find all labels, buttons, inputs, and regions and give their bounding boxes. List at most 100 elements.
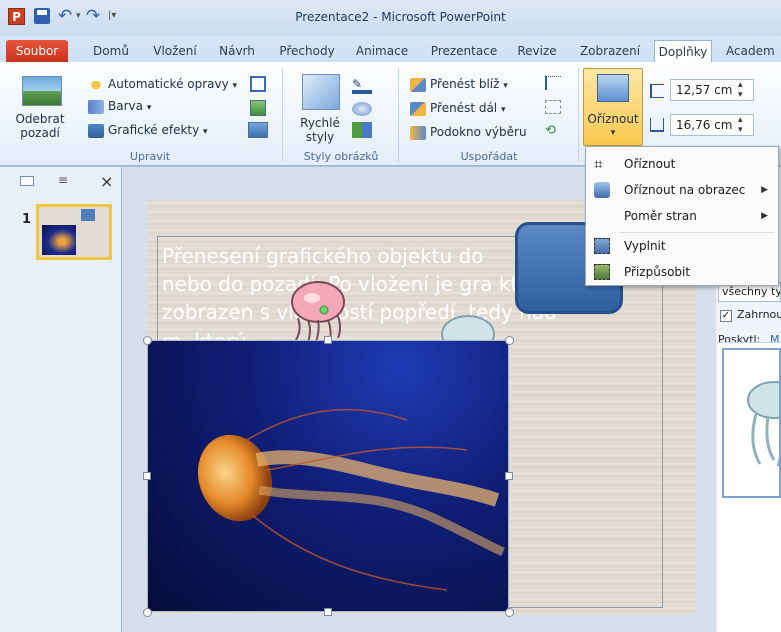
adjust-group-label: Upravit [129, 150, 171, 163]
tab-review[interactable]: Revize [512, 40, 562, 62]
color-button[interactable]: Barva ▾ [88, 96, 151, 116]
fill-icon [594, 238, 610, 254]
remove-background-button[interactable]: Odebrat pozadí [10, 112, 70, 140]
dropdown-arrow-icon: ▾ [203, 127, 208, 137]
pink-jellyfish-clipart[interactable] [282, 280, 352, 344]
resize-handle-bottom-left[interactable] [143, 608, 152, 617]
bring-forward-button[interactable]: Přenést blíž ▾ [410, 74, 508, 94]
dropdown-arrow-icon: ▾ [232, 81, 238, 91]
crop-dropdown-arrow-icon: ▾ [610, 128, 616, 138]
selection-pane-label: Podokno výběru [430, 125, 527, 139]
crop-icon [597, 74, 629, 102]
customize-qat-icon[interactable]: |▾ [108, 6, 116, 26]
height-icon [650, 84, 664, 98]
bring-forward-icon [410, 77, 426, 92]
tab-design[interactable]: Návrh [212, 40, 262, 62]
arrange-group-label: Uspořádat [460, 150, 518, 163]
fit-icon [594, 264, 610, 280]
tab-slideshow[interactable]: Prezentace [426, 40, 502, 62]
resize-handle-right[interactable] [505, 472, 513, 480]
dropdown-arrow-icon: ▾ [146, 103, 152, 113]
remove-background-label-2: pozadí [20, 126, 60, 140]
tab-academic[interactable]: Academ [726, 40, 781, 62]
remove-background-icon [22, 76, 62, 106]
sun-icon [88, 77, 104, 92]
resize-handle-bottom-right[interactable] [505, 608, 514, 617]
tab-view[interactable]: Zobrazení [572, 40, 648, 62]
submenu-arrow-icon: ▶ [761, 211, 768, 221]
styles-group-label: Styly obrázků [303, 150, 379, 163]
picture-effects-icon[interactable] [352, 102, 372, 116]
height-spinner-icon[interactable]: ▴ ▾ [738, 80, 743, 100]
slides-tab-icon[interactable] [20, 176, 34, 186]
tab-insert[interactable]: Vložení [146, 40, 204, 62]
app-icon[interactable]: P [8, 8, 25, 25]
quick-styles-icon [302, 74, 340, 110]
align-icon[interactable] [545, 76, 561, 90]
close-pane-icon[interactable]: × [100, 172, 113, 191]
quick-styles-button[interactable]: Rychlé styly [292, 116, 348, 144]
artistic-effects-icon [88, 123, 104, 138]
bring-forward-label: Přenést blíž [430, 77, 500, 91]
menu-item-crop-to-shape[interactable]: Oříznout na obrazec ▶ [586, 177, 778, 203]
selection-border [147, 340, 509, 612]
send-backward-icon [410, 101, 426, 116]
resize-handle-top-right[interactable] [505, 336, 514, 345]
menu-item-fill[interactable]: Vyplnit [586, 233, 778, 259]
remove-background-label-1: Odebrat [15, 112, 65, 126]
include-office-checkbox[interactable]: ✓ [720, 310, 732, 322]
menu-item-aspect-ratio[interactable]: Poměr stran ▶ [586, 203, 778, 229]
window-title: Prezentace2 - Microsoft PowerPoint [295, 10, 506, 24]
rotate-icon[interactable]: ⟲ [545, 124, 563, 138]
corrections-label: Automatické opravy [108, 77, 229, 91]
compress-pictures-icon[interactable] [250, 76, 266, 92]
thumbnail-shape [81, 209, 95, 221]
group-separator [578, 68, 579, 162]
tab-transitions[interactable]: Přechody [274, 40, 340, 62]
dropdown-arrow-icon: ▾ [503, 81, 508, 91]
clip-art-jellyfish [747, 381, 779, 467]
corrections-button[interactable]: Automatické opravy ▾ [88, 74, 237, 94]
group-separator [398, 68, 399, 162]
tab-home[interactable]: Domů [86, 40, 136, 62]
change-picture-icon[interactable] [250, 100, 266, 116]
menu-item-crop[interactable]: ⌗ Oříznout [586, 151, 778, 177]
quick-styles-label-2: styly [305, 130, 335, 144]
resize-handle-left[interactable] [143, 472, 151, 480]
send-backward-label: Přenést dál [430, 101, 498, 115]
width-icon [650, 118, 664, 132]
picture-border-icon[interactable]: ✎ [352, 78, 372, 94]
width-spinner-icon[interactable]: ▴ ▾ [738, 115, 743, 135]
picture-layout-icon[interactable] [352, 122, 372, 138]
undo-dropdown-icon[interactable]: ▾ [76, 6, 81, 26]
menu-item-label: Oříznout na obrazec [624, 183, 746, 197]
outline-tab-icon[interactable]: ≡ [58, 174, 72, 186]
menu-item-label: Přizpůsobit [624, 265, 691, 279]
reset-picture-icon[interactable] [248, 122, 268, 138]
clip-art-result-item[interactable] [722, 348, 781, 498]
resize-handle-bottom[interactable] [324, 608, 332, 616]
submenu-arrow-icon: ▶ [761, 185, 768, 195]
shape-icon [594, 182, 610, 198]
tab-animations[interactable]: Animace [350, 40, 414, 62]
undo-icon[interactable]: ↶ [58, 6, 72, 26]
resize-handle-top-left[interactable] [143, 336, 152, 345]
selection-pane-button[interactable]: Podokno výběru [410, 122, 527, 142]
tab-file[interactable]: Soubor [6, 40, 68, 62]
save-icon[interactable] [34, 8, 50, 24]
slide-thumbnail[interactable] [36, 204, 112, 260]
resize-handle-top[interactable] [324, 336, 332, 344]
artistic-effects-button[interactable]: Grafické efekty ▾ [88, 120, 208, 140]
include-office-label: Zahrnou [737, 308, 781, 321]
redo-icon[interactable]: ↷ [86, 6, 100, 26]
quick-styles-label-1: Rychlé [300, 116, 340, 130]
crop-icon: ⌗ [594, 155, 603, 173]
menu-item-label: Vyplnit [624, 239, 666, 253]
tab-addins[interactable]: Doplňky [654, 40, 712, 62]
color-palette-icon [88, 99, 104, 114]
menu-item-fit[interactable]: Přizpůsobit [586, 259, 778, 285]
send-backward-button[interactable]: Přenést dál ▾ [410, 98, 506, 118]
dropdown-arrow-icon: ▾ [500, 105, 506, 115]
slide-number: 1 [22, 212, 32, 227]
group-objects-icon[interactable] [545, 100, 561, 114]
